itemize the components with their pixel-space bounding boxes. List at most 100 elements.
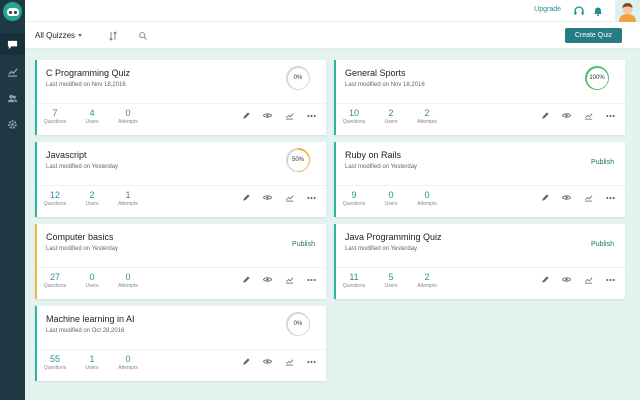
more-icon[interactable] (606, 275, 615, 284)
quiz-card[interactable]: General Sports Last modified on Nov 18,2… (334, 60, 625, 135)
user-avatar[interactable] (615, 0, 640, 22)
card-divider (37, 103, 326, 104)
quiz-card[interactable]: C Programming Quiz Last modified on Nov … (35, 60, 326, 135)
more-icon[interactable] (307, 357, 316, 366)
quiz-filter-dropdown[interactable]: All Quizzes (35, 31, 83, 40)
stat-users: 0 Users (378, 190, 404, 207)
quiz-card[interactable]: Computer basics Last modified on Yesterd… (35, 224, 326, 299)
questions-count: 55 (49, 354, 60, 364)
upgrade-link[interactable]: Upgrade (534, 6, 561, 13)
edit-icon[interactable] (540, 193, 549, 202)
progress-value: 100% (586, 67, 608, 89)
publish-button[interactable]: Publish (591, 241, 614, 248)
sidebar-item-reports[interactable] (0, 60, 25, 82)
gear-icon (8, 119, 17, 129)
stat-users: 4 Users (79, 108, 105, 125)
users-label: Users (85, 201, 99, 207)
more-icon[interactable] (606, 111, 615, 120)
quiz-card[interactable]: Javascript Last modified on Yesterday 50… (35, 142, 326, 217)
users-count: 0 (388, 190, 394, 200)
quiz-modified-date: Last modified on Yesterday (46, 164, 119, 170)
questions-count: 11 (349, 272, 359, 282)
bell-icon[interactable] (592, 5, 604, 17)
quiz-modified-date: Last modified on Nov 18,2016 (345, 82, 425, 88)
card-divider (336, 103, 625, 104)
questions-count: 10 (348, 108, 359, 118)
questions-label: Questions (43, 365, 67, 371)
quiz-modified-date: Last modified on Yesterday (345, 164, 418, 170)
quiz-card[interactable]: Machine learning in AI Last modified on … (35, 306, 326, 381)
preview-icon[interactable] (263, 275, 272, 284)
edit-icon[interactable] (241, 357, 250, 366)
questions-label: Questions (43, 283, 67, 289)
top-bar: Upgrade (25, 0, 640, 22)
attempts-label: Attempts (417, 283, 437, 289)
publish-button[interactable]: Publish (591, 159, 614, 166)
search-icon[interactable] (138, 31, 148, 41)
quiz-title[interactable]: C Programming Quiz (46, 68, 130, 78)
edit-icon[interactable] (241, 193, 250, 202)
attempts-label: Attempts (118, 119, 138, 125)
report-icon[interactable] (584, 275, 593, 284)
quiz-title[interactable]: Java Programming Quiz (345, 232, 442, 242)
stat-attempts: 0 Attempts (414, 190, 440, 207)
quiz-modified-date: Last modified on Yesterday (345, 246, 418, 252)
users-count: 5 (388, 272, 394, 282)
sidebar (0, 0, 25, 400)
edit-icon[interactable] (540, 275, 549, 284)
card-actions (241, 111, 316, 120)
questions-count: 12 (49, 190, 60, 200)
sidebar-item-settings[interactable] (0, 113, 25, 135)
edit-icon[interactable] (540, 111, 549, 120)
edit-icon[interactable] (241, 111, 250, 120)
chevron-down-icon (78, 34, 83, 38)
card-divider (37, 185, 326, 186)
progress-ring: 50% (286, 148, 310, 172)
quiz-title[interactable]: Machine learning in AI (46, 314, 135, 324)
stat-questions: 55 Questions (42, 354, 68, 371)
create-quiz-button[interactable]: Create Quiz (565, 28, 622, 43)
sort-icon[interactable] (108, 31, 118, 41)
sidebar-item-users[interactable] (0, 87, 25, 109)
headset-icon[interactable] (573, 5, 585, 17)
attempts-count: 0 (125, 354, 131, 364)
preview-icon[interactable] (263, 357, 272, 366)
app-logo[interactable] (3, 2, 22, 21)
questions-label: Questions (342, 283, 366, 289)
preview-icon[interactable] (263, 193, 272, 202)
more-icon[interactable] (307, 275, 316, 284)
users-count: 4 (89, 108, 95, 118)
report-icon[interactable] (285, 193, 294, 202)
quiz-title[interactable]: Ruby on Rails (345, 150, 401, 160)
report-icon[interactable] (285, 111, 294, 120)
preview-icon[interactable] (562, 275, 571, 284)
report-icon[interactable] (584, 193, 593, 202)
more-icon[interactable] (307, 193, 316, 202)
card-actions (540, 111, 615, 120)
attempts-count: 0 (125, 272, 131, 282)
report-icon[interactable] (584, 111, 593, 120)
quiz-title[interactable]: General Sports (345, 68, 406, 78)
edit-icon[interactable] (241, 275, 250, 284)
stat-users: 2 Users (378, 108, 404, 125)
stat-attempts: 2 Attempts (414, 272, 440, 289)
quiz-card[interactable]: Ruby on Rails Last modified on Yesterday… (334, 142, 625, 217)
questions-label: Questions (342, 119, 366, 125)
users-icon (7, 94, 18, 102)
preview-icon[interactable] (562, 193, 571, 202)
quiz-title[interactable]: Computer basics (46, 232, 114, 242)
questions-label: Questions (43, 201, 67, 207)
users-label: Users (384, 201, 398, 207)
preview-icon[interactable] (562, 111, 571, 120)
report-icon[interactable] (285, 275, 294, 284)
more-icon[interactable] (606, 193, 615, 202)
chat-bubble-icon (7, 40, 18, 49)
publish-button[interactable]: Publish (292, 241, 315, 248)
preview-icon[interactable] (263, 111, 272, 120)
more-icon[interactable] (307, 111, 316, 120)
report-icon[interactable] (285, 357, 294, 366)
users-label: Users (85, 283, 99, 289)
sidebar-item-quizzes[interactable] (0, 33, 25, 55)
quiz-title[interactable]: Javascript (46, 150, 87, 160)
quiz-card[interactable]: Java Programming Quiz Last modified on Y… (334, 224, 625, 299)
